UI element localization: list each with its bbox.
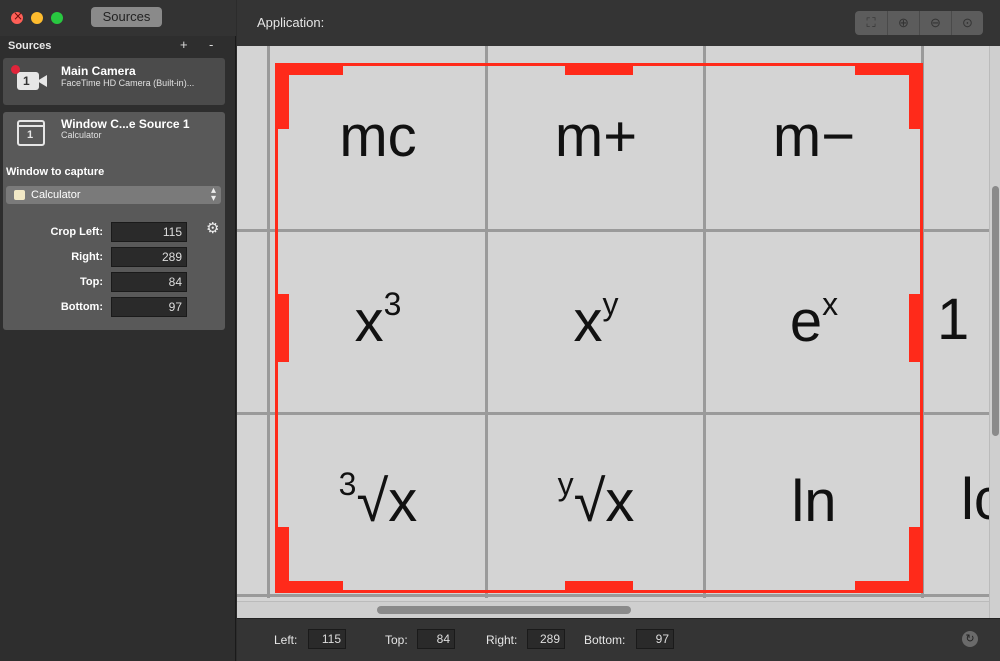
crop-bottom-field[interactable]: 97 [111,297,187,317]
crop-handle-top-right[interactable] [909,63,923,129]
calculator-app-icon [14,190,25,200]
source-title: Main Camera [61,64,136,78]
source-item-window-capture[interactable]: 1 Window C...e Source 1 Calculator Windo… [3,112,225,330]
vertical-scrollbar[interactable] [989,46,1000,618]
right-label: Right: [486,633,518,647]
sources-tab[interactable]: Sources [91,7,162,27]
source-subtitle: FaceTime HD Camera (Built-in)... [61,78,195,88]
crop-handle-left[interactable] [275,294,289,362]
close-window-button[interactable] [11,9,23,24]
grid-line [237,594,989,597]
sidebar-titlebar: Sources [0,0,236,36]
camera-icon: 1 [17,68,49,92]
source-item-main-camera[interactable]: 1 Main Camera FaceTime HD Camera (Built-… [3,58,225,105]
crop-values-bar: Left: 115 Top: 84 Right: 289 Bottom: 97 … [237,618,1000,661]
window-select[interactable]: Calculator ▴ ▾ [6,186,221,204]
live-indicator-icon [11,65,20,74]
sources-heading: Sources [8,40,52,52]
crop-top-label: Top: [79,276,103,288]
source-subtitle: Calculator [61,130,102,140]
app-window: Sources Sources + - 1 Main Camera FaceTi… [0,0,1000,661]
horizontal-scrollbar[interactable] [237,601,989,618]
crop-left-field[interactable]: 115 [111,222,187,242]
grid-line [267,46,270,598]
bottom-label: Bottom: [584,633,626,647]
crop-handle-top-left[interactable] [275,63,289,129]
left-label: Left: [274,633,298,647]
application-label: Application: [257,15,325,30]
left-field[interactable]: 115 [308,629,346,649]
crop-bottom-label: Bottom: [60,301,103,313]
reset-icon[interactable]: ↻ [962,631,978,647]
top-label: Top: [385,633,408,647]
crop-handle-bottom[interactable] [565,581,633,593]
remove-source-button[interactable]: - [209,37,213,52]
scroll-thumb[interactable] [992,186,999,436]
gear-icon[interactable]: ⚙ [206,221,222,237]
zoom-fit-icon[interactable]: ⊙ [951,11,983,35]
window-to-capture-label: Window to capture [6,166,105,178]
crop-right-field[interactable]: 289 [111,247,187,267]
zoom-window-button[interactable] [51,12,63,24]
window-icon: 1 [17,120,45,146]
crop-handle-bottom-left[interactable] [275,527,289,593]
bottom-field[interactable]: 97 [636,629,674,649]
crop-top-field[interactable]: 84 [111,272,187,292]
sources-header: Sources + - [0,36,236,56]
top-field[interactable]: 84 [417,629,455,649]
zoom-out-icon[interactable]: ⊖ [919,11,951,35]
crop-handle-right[interactable] [909,294,923,362]
crop-icon[interactable]: ⛶ [855,11,887,35]
crop-editor-panel: Application: ⛶ ⊕ ⊖ ⊙ mc m+ m− x3 xy ex 3… [237,0,1000,661]
window-select-value: Calculator [31,189,81,201]
crop-right-label: Right: [71,251,103,263]
crop-handle-bottom-right[interactable] [909,527,923,593]
minimize-window-button[interactable] [31,12,43,24]
add-source-button[interactable]: + [180,37,188,52]
zoom-toolbar: ⛶ ⊕ ⊖ ⊙ [855,11,983,35]
sources-sidebar: Sources Sources + - 1 Main Camera FaceTi… [0,0,236,661]
source-title: Window C...e Source 1 [61,117,190,131]
crop-frame[interactable] [275,63,923,593]
zoom-in-icon[interactable]: ⊕ [887,11,919,35]
crop-handle-top[interactable] [565,63,633,75]
capture-preview[interactable]: mc m+ m− x3 xy ex 3√x y√x ln 1 lc [237,46,1000,618]
crop-left-label: Crop Left: [50,226,103,238]
scroll-thumb[interactable] [377,606,631,614]
right-field[interactable]: 289 [527,629,565,649]
chevron-updown-icon: ▴ ▾ [210,185,216,204]
key-partial: 1 [937,287,970,352]
